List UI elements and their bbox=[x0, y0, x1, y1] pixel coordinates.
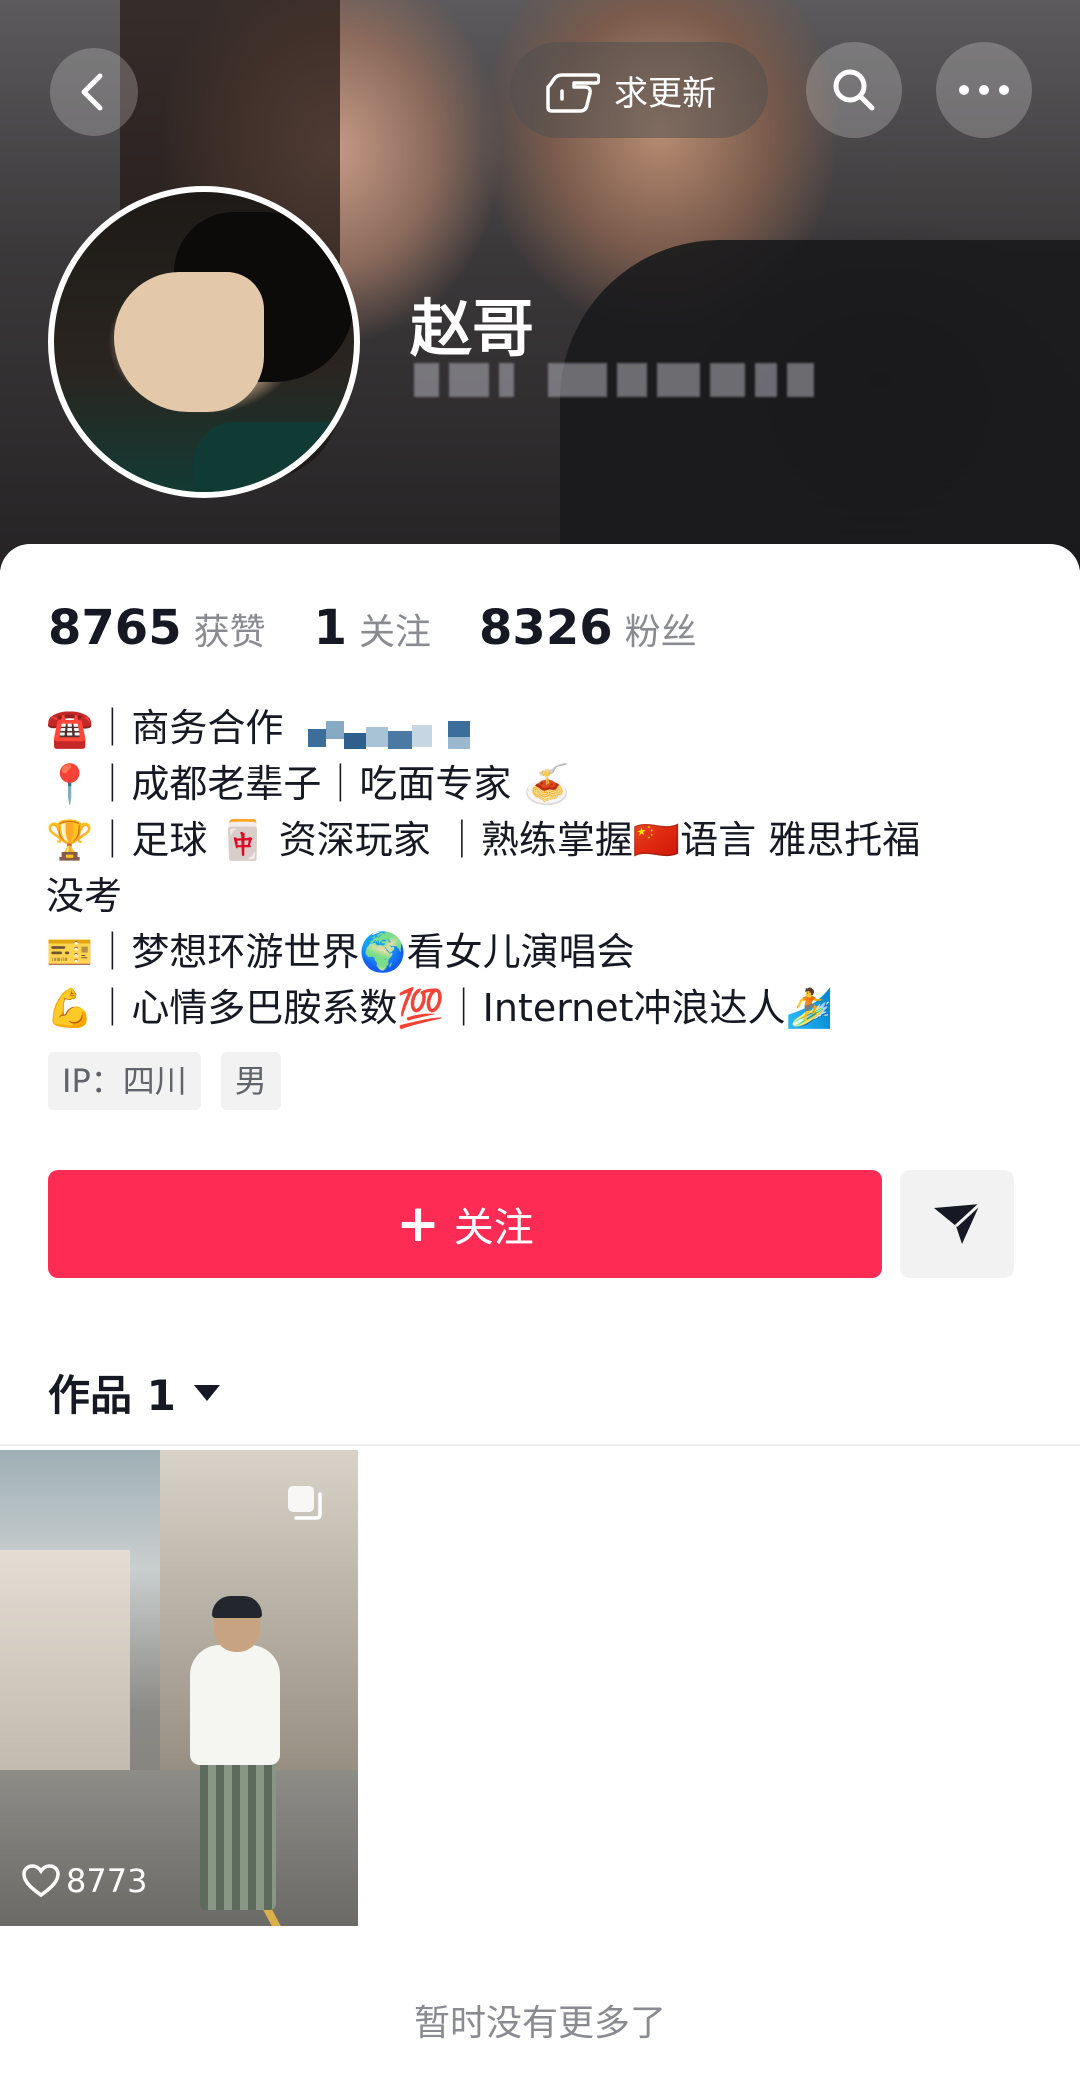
works-tab-label: 作品 1 bbox=[48, 1371, 176, 1420]
gender-tag: 男 bbox=[220, 1052, 281, 1110]
stat-following[interactable]: 1 关注 bbox=[314, 600, 431, 656]
bio-line: 🏆｜足球 🀄 资深玩家 ｜熟练掌握🇨🇳语言 雅思托福 bbox=[46, 818, 921, 862]
send-message-icon bbox=[934, 1202, 982, 1244]
divider bbox=[0, 1444, 1080, 1446]
cover-photo-detail bbox=[560, 240, 1080, 570]
stat-likes-label: 获赞 bbox=[193, 612, 266, 653]
follow-label: 关注 bbox=[453, 1205, 534, 1251]
stat-likes-count: 8765 bbox=[48, 600, 182, 656]
stat-likes[interactable]: 8765 获赞 bbox=[48, 600, 266, 656]
bio-line: 📍｜成都老辈子｜吃面专家 🍝 bbox=[46, 762, 571, 806]
chevron-left-icon bbox=[81, 73, 103, 111]
video-likes-count: 8773 bbox=[66, 1862, 148, 1900]
stat-following-label: 关注 bbox=[359, 612, 432, 653]
stat-followers[interactable]: 8326 粉丝 bbox=[479, 600, 697, 656]
top-bar: 求更新 bbox=[0, 0, 1080, 180]
profile-bio: ☎️｜商务合作 📍｜成都老辈子｜吃面专家 🍝 🏆｜足球 🀄 资深玩家 ｜熟练掌握… bbox=[46, 700, 1036, 1036]
follow-button[interactable]: + 关注 bbox=[48, 1170, 882, 1278]
search-icon bbox=[833, 69, 875, 111]
contact-blurred bbox=[307, 714, 478, 749]
bio-line: ☎️｜商务合作 bbox=[46, 700, 1036, 756]
account-id-blurred bbox=[414, 360, 814, 400]
bio-line: 💪｜心情多巴胺系数💯｜Internet冲浪达人🏄 bbox=[46, 986, 833, 1030]
stat-followers-count: 8326 bbox=[479, 600, 613, 656]
stat-followers-label: 粉丝 bbox=[624, 612, 697, 653]
avatar[interactable] bbox=[48, 186, 360, 498]
profile-nickname: 赵哥 bbox=[410, 292, 535, 365]
heart-outline-icon bbox=[22, 1864, 60, 1898]
request-update-button[interactable]: 求更新 bbox=[510, 42, 768, 138]
plus-icon: + bbox=[396, 1194, 440, 1254]
ip-location-tag: IP：四川 bbox=[48, 1052, 201, 1110]
bio-line: 🎫｜梦想环游世界🌍看女儿演唱会 bbox=[46, 930, 635, 974]
multi-image-icon bbox=[288, 1486, 322, 1520]
bio-text: ☎️｜商务合作 bbox=[46, 706, 284, 750]
more-button[interactable] bbox=[936, 42, 1032, 138]
search-button[interactable] bbox=[806, 42, 902, 138]
stat-following-count: 1 bbox=[313, 600, 348, 656]
profile-tags: IP：四川 男 bbox=[48, 1052, 281, 1110]
message-button[interactable] bbox=[900, 1170, 1014, 1278]
video-thumbnail[interactable]: 8773 bbox=[0, 1450, 358, 1926]
stats-row: 8765 获赞 1 关注 8326 粉丝 bbox=[48, 600, 745, 660]
back-button[interactable] bbox=[50, 48, 138, 136]
pointing-hand-icon bbox=[546, 73, 600, 113]
works-tab[interactable]: 作品 1 bbox=[48, 1362, 222, 1423]
end-of-list-note: 暂时没有更多了 bbox=[413, 2003, 666, 2044]
bio-line: 没考 bbox=[46, 874, 123, 918]
request-update-label: 求更新 bbox=[614, 73, 716, 114]
more-dots-icon bbox=[959, 85, 1009, 95]
video-likes: 8773 bbox=[22, 1862, 147, 1900]
caret-down-icon bbox=[193, 1384, 220, 1401]
